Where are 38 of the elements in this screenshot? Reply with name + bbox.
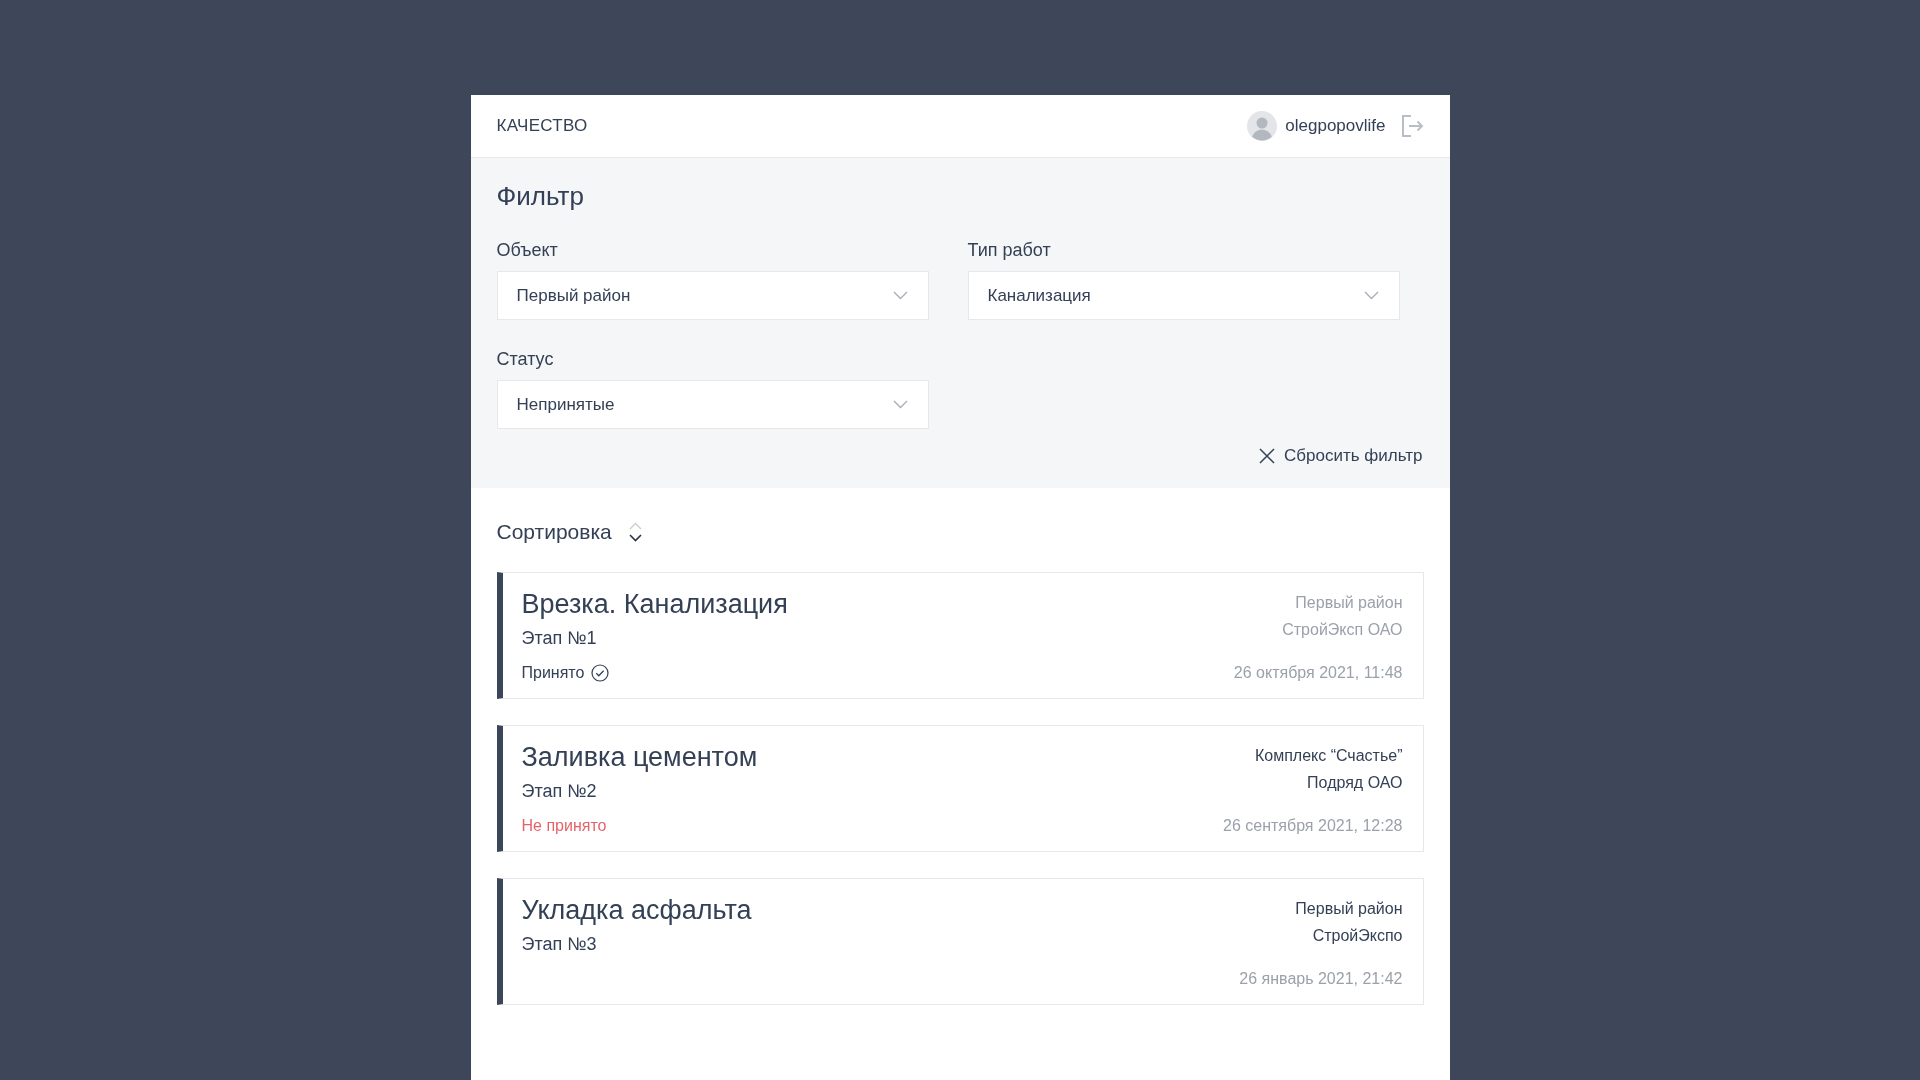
contractor-label: СтройЭкспо bbox=[1312, 926, 1403, 946]
check-circle-icon bbox=[591, 664, 610, 682]
avatar-icon bbox=[1247, 111, 1278, 141]
filter-title: Фильтр bbox=[496, 180, 584, 212]
chevron-down-icon bbox=[1363, 291, 1379, 300]
username: olegpopovlife bbox=[1285, 116, 1386, 136]
close-icon bbox=[1259, 448, 1276, 464]
contractor-label: Подряд ОАО bbox=[1307, 773, 1403, 793]
chevron-down-icon bbox=[892, 400, 908, 409]
work-card[interactable]: Укладка асфальта Этап №3 Первый район СтройЭкспо 26 январь 2021, 21:42 bbox=[496, 878, 1424, 1005]
select-field[interactable]: Первый район bbox=[496, 271, 929, 320]
card-title: Укладка асфальта bbox=[521, 894, 752, 926]
app-title: КАЧЕСТВО bbox=[496, 116, 588, 136]
chevron-down-icon bbox=[892, 291, 908, 300]
date-label: 26 сентября 2021, 12:28 bbox=[1223, 816, 1403, 836]
stage-label: Этап №2 bbox=[521, 780, 597, 803]
date-label: 26 январь 2021, 21:42 bbox=[1239, 969, 1403, 989]
work-card[interactable]: Заливка цементом Этап №2 Не принято Комплекс “Счастье” Подряд ОАО 26 сентября 2021, 12:28 bbox=[496, 725, 1424, 852]
field-label: Статус bbox=[496, 348, 554, 371]
field-label: Объект bbox=[496, 239, 558, 262]
work-card[interactable]: Врезка. Канализация Этап №1 Принято Первый район СтройЭксп ОАО 26 октября 2021, 11:48 bbox=[496, 572, 1424, 699]
location-label: Первый район bbox=[1295, 899, 1403, 919]
reset-filter-button[interactable]: Сбросить фильтр bbox=[1259, 445, 1423, 467]
status-label: Не принято bbox=[521, 816, 607, 836]
select-field[interactable]: Непринятые bbox=[496, 380, 929, 429]
date-label: 26 октября 2021, 11:48 bbox=[1233, 663, 1403, 683]
stage-label: Этап №1 bbox=[521, 627, 597, 650]
logout-icon[interactable] bbox=[1401, 115, 1424, 137]
status-label: Принято bbox=[521, 663, 585, 683]
card-title: Заливка цементом bbox=[521, 741, 758, 773]
stage-label: Этап №3 bbox=[521, 933, 597, 956]
sort-button[interactable]: Сортировка bbox=[496, 519, 643, 545]
select-field[interactable]: Канализация bbox=[967, 271, 1400, 320]
field-label: Тип работ bbox=[967, 239, 1051, 262]
contractor-label: СтройЭксп ОАО bbox=[1282, 620, 1403, 640]
card-title: Врезка. Канализация bbox=[521, 588, 788, 620]
location-label: Комплекс “Счастье” bbox=[1254, 746, 1403, 766]
location-label: Первый район bbox=[1295, 593, 1403, 613]
